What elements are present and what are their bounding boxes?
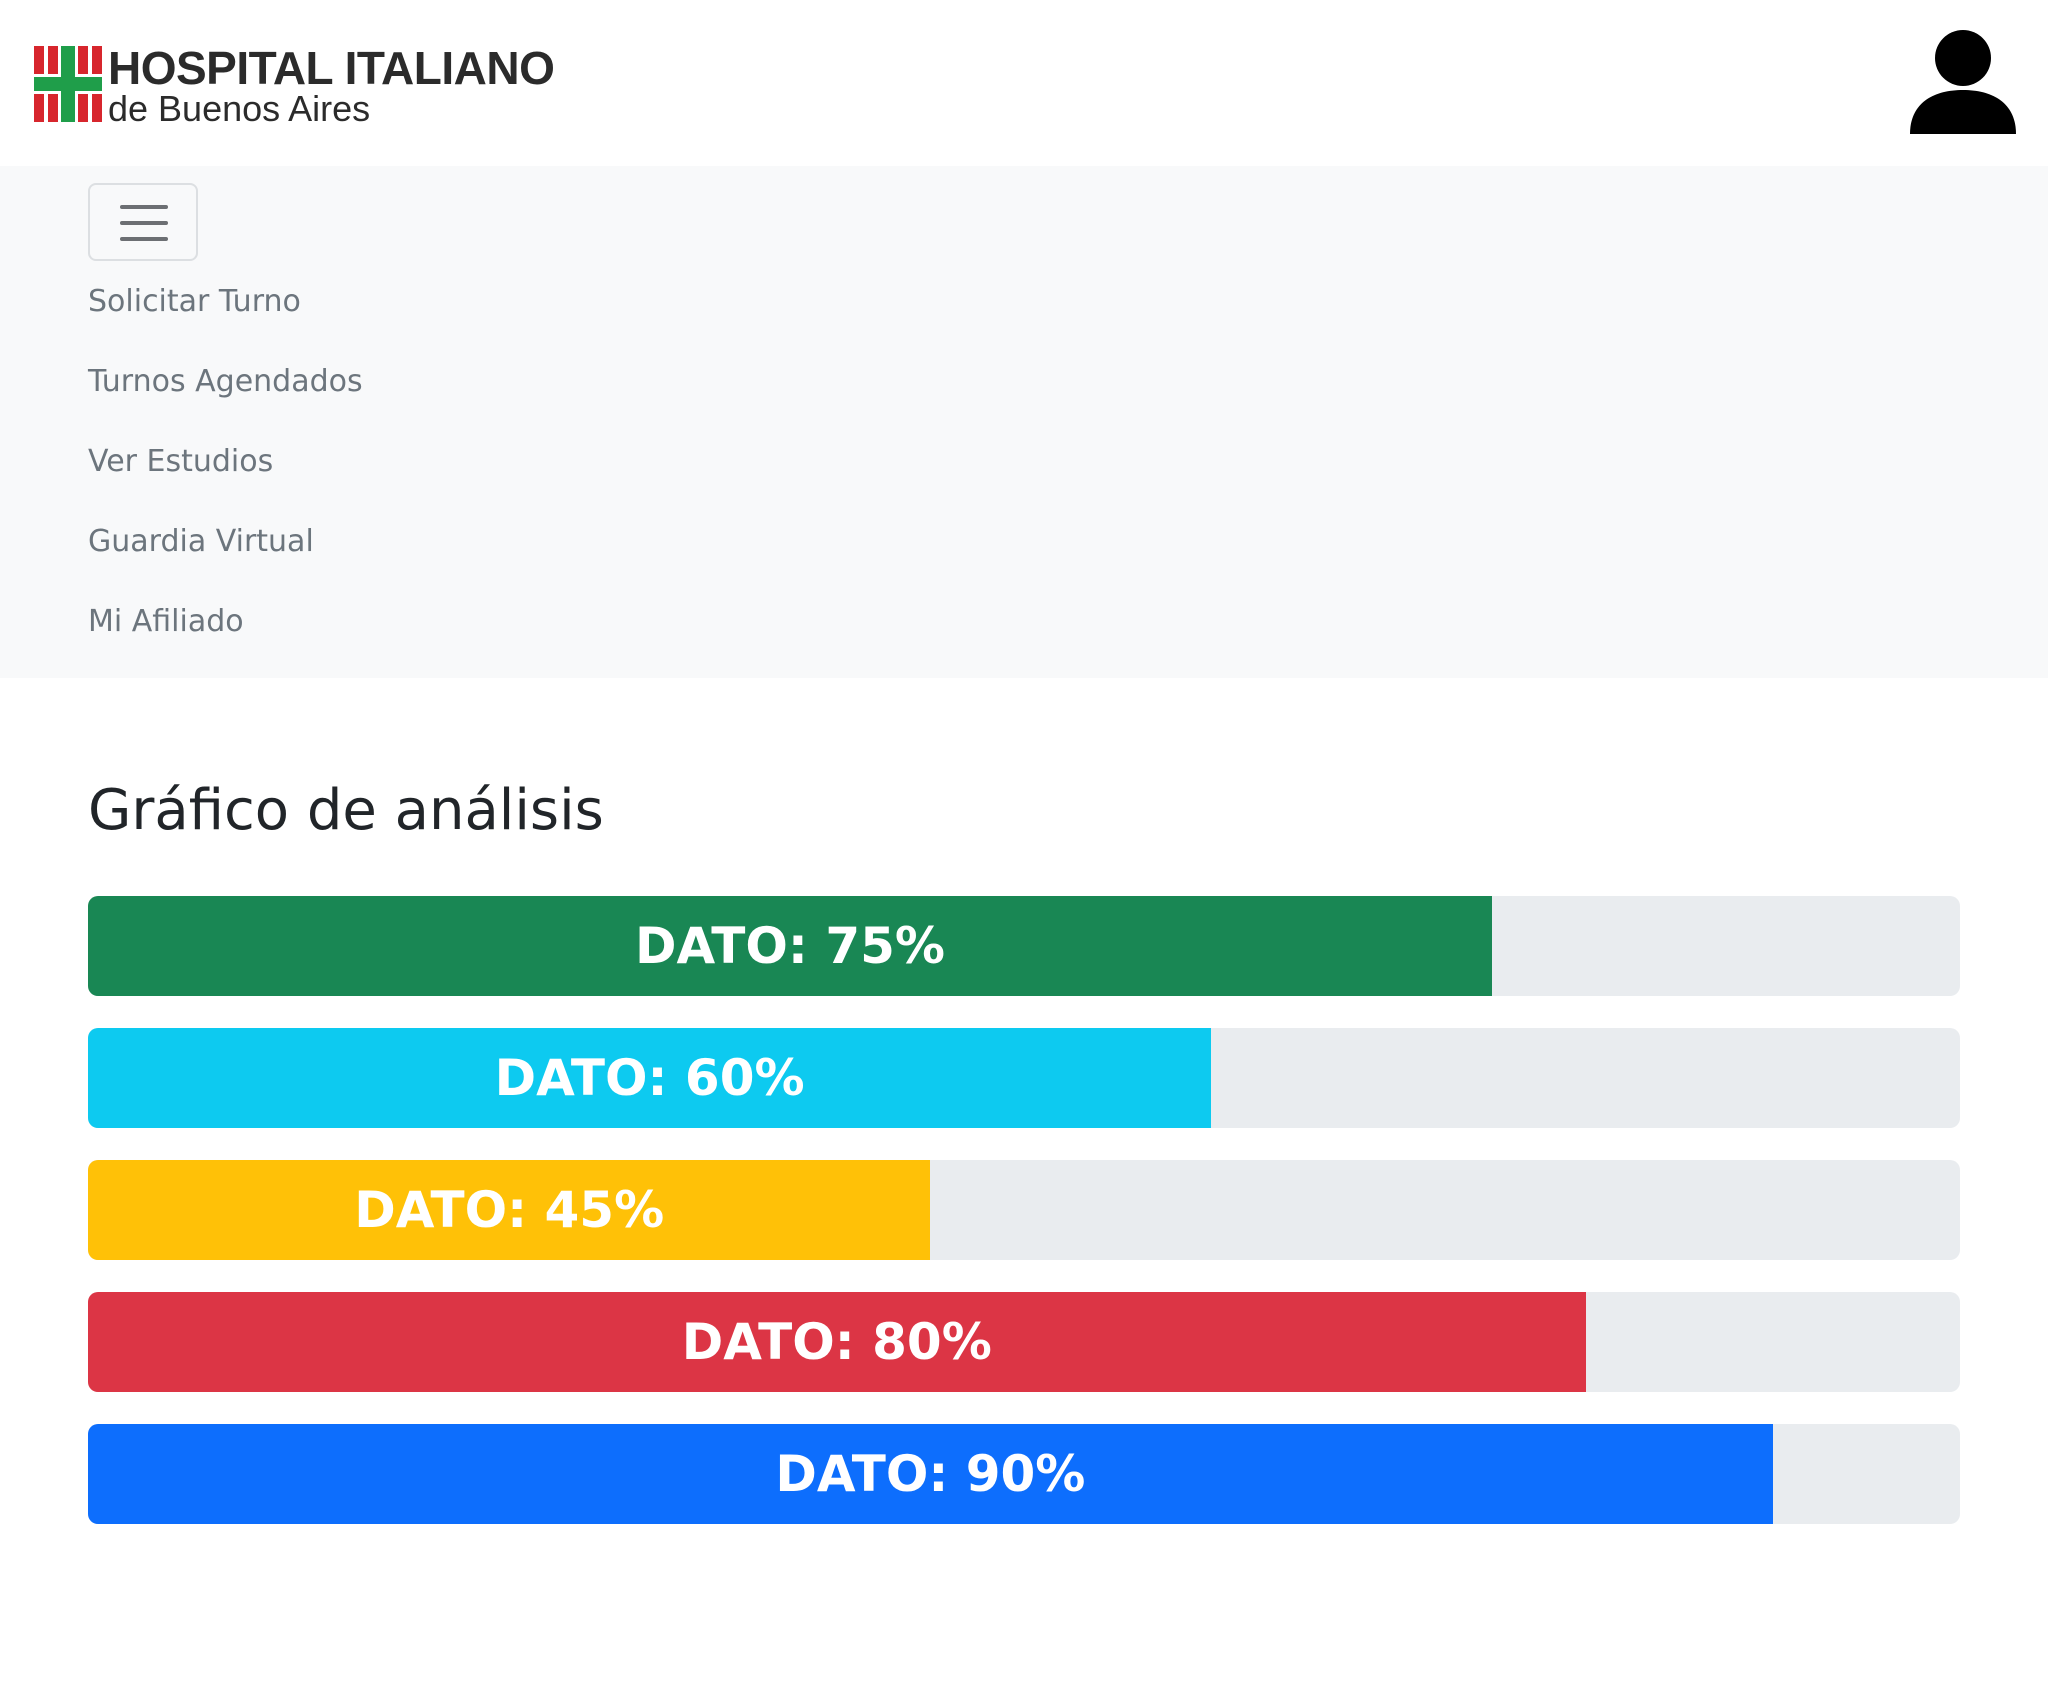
nav-item-turnos-agendados[interactable]: Turnos Agendados <box>88 364 363 400</box>
nav-item-guardia-virtual[interactable]: Guardia Virtual <box>88 524 314 560</box>
progress-bar: DATO: 80% <box>88 1292 1586 1392</box>
progress-bar: DATO: 60% <box>88 1028 1212 1128</box>
progress-track: DATO: 60% <box>88 1028 1960 1128</box>
nav-item-solicitar-turno[interactable]: Solicitar Turno <box>88 284 301 320</box>
progress-bar: DATO: 90% <box>88 1424 1773 1524</box>
progress-track: DATO: 45% <box>88 1160 1960 1260</box>
hospital-cross-icon <box>34 46 102 122</box>
site-header: HOSPITAL ITALIANO de Buenos Aires <box>0 0 2048 166</box>
nav-item-mi-afiliado[interactable]: Mi Afiliado <box>88 604 244 640</box>
page-title: Gráfico de análisis <box>88 778 604 843</box>
progress-track: DATO: 80% <box>88 1292 1960 1392</box>
logo-title: HOSPITAL ITALIANO <box>108 42 555 94</box>
progress-track: DATO: 90% <box>88 1424 1960 1524</box>
hospital-logo[interactable]: HOSPITAL ITALIANO de Buenos Aires <box>34 42 555 129</box>
progress-bar: DATO: 45% <box>88 1160 931 1260</box>
user-icon[interactable] <box>1908 30 2018 134</box>
progress-track: DATO: 75% <box>88 896 1960 996</box>
hamburger-menu-button[interactable] <box>88 183 198 261</box>
navbar <box>0 166 2048 678</box>
progress-bar: DATO: 75% <box>88 896 1492 996</box>
logo-text: HOSPITAL ITALIANO de Buenos Aires <box>108 42 555 129</box>
logo-subtitle: de Buenos Aires <box>108 88 371 129</box>
nav-item-ver-estudios[interactable]: Ver Estudios <box>88 444 273 480</box>
page: HOSPITAL ITALIANO de Buenos Aires Solici… <box>0 0 2048 1688</box>
